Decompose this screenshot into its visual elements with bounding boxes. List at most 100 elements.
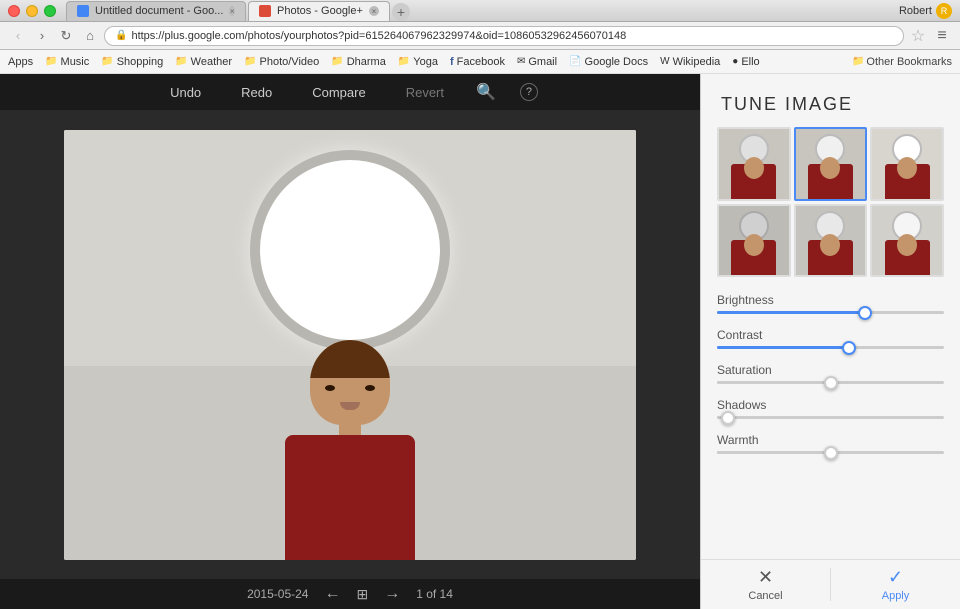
bookmark-photo-video[interactable]: 📁 Photo/Video [244, 56, 319, 68]
photo-nav-bar: 2015-05-24 ← ⊞ → 1 of 14 [0, 579, 700, 609]
bookmark-ello-label: Ello [741, 56, 759, 68]
contrast-thumb[interactable] [842, 341, 856, 355]
undo-button[interactable]: Undo [162, 81, 209, 104]
bookmark-gmail[interactable]: ✉ Gmail [517, 56, 557, 68]
warmth-fill [717, 451, 831, 454]
bookmark-gmail-label: Gmail [528, 56, 557, 68]
cancel-label: Cancel [748, 590, 782, 602]
thumbnail-3[interactable] [870, 127, 944, 201]
thumbnail-6[interactable] [870, 204, 944, 278]
address-bar[interactable]: 🔒 https://plus.google.com/photos/yourpho… [104, 26, 904, 46]
cancel-icon: ✕ [758, 567, 773, 588]
back-button[interactable]: ‹ [8, 26, 28, 46]
tune-panel-title: TUNE IMAGE [701, 74, 960, 127]
contrast-fill [717, 346, 849, 349]
bookmark-apps-label: Apps [8, 56, 33, 68]
folder-icon-shopping: 📁 [101, 56, 113, 67]
maximize-button[interactable] [44, 5, 56, 17]
home-button[interactable]: ⌂ [80, 26, 100, 46]
bookmark-facebook[interactable]: f Facebook [450, 56, 505, 68]
browser-window: Untitled document - Goo... × Photos - Go… [0, 0, 960, 609]
shadows-thumb[interactable] [721, 411, 735, 425]
ssl-icon: 🔒 [115, 30, 127, 41]
bookmark-dharma[interactable]: 📁 Dharma [331, 56, 386, 68]
revert-button[interactable]: Revert [398, 81, 452, 104]
apply-label: Apply [882, 590, 910, 602]
folder-icon-other: 📁 [852, 56, 864, 67]
shadows-label: Shadows [717, 398, 944, 412]
grid-view-button[interactable]: ⊞ [356, 586, 368, 603]
thumbnail-2[interactable] [794, 127, 868, 201]
brightness-slider-row: Brightness [717, 293, 944, 314]
editor-toolbar: Undo Redo Compare Revert 🔍 ? [0, 74, 700, 110]
bookmarks-bar: Apps 📁 Music 📁 Shopping 📁 Weather 📁 Phot… [0, 50, 960, 74]
browser-menu-button[interactable]: ≡ [932, 26, 952, 46]
bookmark-shopping[interactable]: 📁 Shopping [101, 56, 163, 68]
tab-close-photos[interactable]: × [369, 6, 379, 16]
saturation-thumb[interactable] [824, 376, 838, 390]
compare-button[interactable]: Compare [304, 81, 373, 104]
bookmark-apps[interactable]: Apps [8, 56, 33, 68]
bookmark-yoga[interactable]: 📁 Yoga [398, 56, 438, 68]
url-text: https://plus.google.com/photos/yourphoto… [131, 30, 626, 42]
forward-button[interactable]: › [32, 26, 52, 46]
new-tab-button[interactable]: + [392, 3, 410, 21]
brightness-track[interactable] [717, 311, 944, 314]
apply-icon: ✓ [888, 567, 903, 588]
folder-icon-music: 📁 [45, 56, 57, 67]
cancel-button[interactable]: ✕ Cancel [701, 560, 830, 609]
minimize-button[interactable] [26, 5, 38, 17]
thumbnail-5[interactable] [794, 204, 868, 278]
thumb-inner-6 [872, 206, 942, 276]
thumbnail-1[interactable] [717, 127, 791, 201]
bookmark-google-docs[interactable]: 📄 Google Docs [569, 56, 648, 68]
folder-icon-weather: 📁 [175, 56, 187, 67]
bookmark-shopping-label: Shopping [117, 56, 164, 68]
close-button[interactable] [8, 5, 20, 17]
other-bookmarks-label: Other Bookmarks [866, 56, 952, 68]
bookmark-wikipedia-label: Wikipedia [673, 56, 721, 68]
bookmark-weather-label: Weather [191, 56, 232, 68]
next-photo-button[interactable]: → [384, 585, 400, 603]
thumbnail-4[interactable] [717, 204, 791, 278]
bookmark-ello[interactable]: ● Ello [732, 56, 759, 68]
refresh-button[interactable]: ↻ [56, 26, 76, 46]
bookmark-music-label: Music [61, 56, 90, 68]
warmth-thumb[interactable] [824, 446, 838, 460]
thumb-inner-3 [872, 129, 942, 199]
brightness-label: Brightness [717, 293, 944, 307]
saturation-track[interactable] [717, 381, 944, 384]
contrast-track[interactable] [717, 346, 944, 349]
bookmark-photo-video-label: Photo/Video [260, 56, 320, 68]
warmth-track[interactable] [717, 451, 944, 454]
person-figure [250, 340, 450, 560]
shadows-track[interactable] [717, 416, 944, 419]
search-icon[interactable]: 🔍 [476, 82, 496, 102]
facebook-icon: f [450, 56, 454, 68]
prev-photo-button[interactable]: ← [324, 585, 340, 603]
bookmark-weather[interactable]: 📁 Weather [175, 56, 232, 68]
tab-favicon-docs [77, 5, 89, 17]
tab-docs[interactable]: Untitled document - Goo... × [66, 1, 246, 21]
bookmark-wikipedia[interactable]: W Wikipedia [660, 56, 720, 68]
tab-close-docs[interactable]: × [229, 6, 235, 16]
redo-button[interactable]: Redo [233, 81, 280, 104]
bookmark-music[interactable]: 📁 Music [45, 56, 89, 68]
brightness-thumb[interactable] [858, 306, 872, 320]
bookmark-star[interactable]: ☆ [908, 26, 928, 46]
tab-photos-label: Photos - Google+ [277, 5, 363, 17]
user-badge: Robert R [899, 3, 952, 19]
tune-panel: TUNE IMAGE [700, 74, 960, 609]
folder-icon-dharma: 📁 [331, 56, 343, 67]
bookmark-yoga-label: Yoga [413, 56, 438, 68]
brightness-fill [717, 311, 865, 314]
tab-docs-label: Untitled document - Goo... [95, 5, 223, 17]
apply-button[interactable]: ✓ Apply [831, 560, 960, 609]
window-controls: Robert R [899, 3, 952, 19]
tab-favicon-photos [259, 5, 271, 17]
tab-photos[interactable]: Photos - Google+ × [248, 1, 390, 21]
bookmark-facebook-label: Facebook [457, 56, 505, 68]
other-bookmarks[interactable]: 📁 Other Bookmarks [852, 56, 952, 68]
help-icon[interactable]: ? [520, 83, 538, 101]
saturation-slider-row: Saturation [717, 363, 944, 384]
